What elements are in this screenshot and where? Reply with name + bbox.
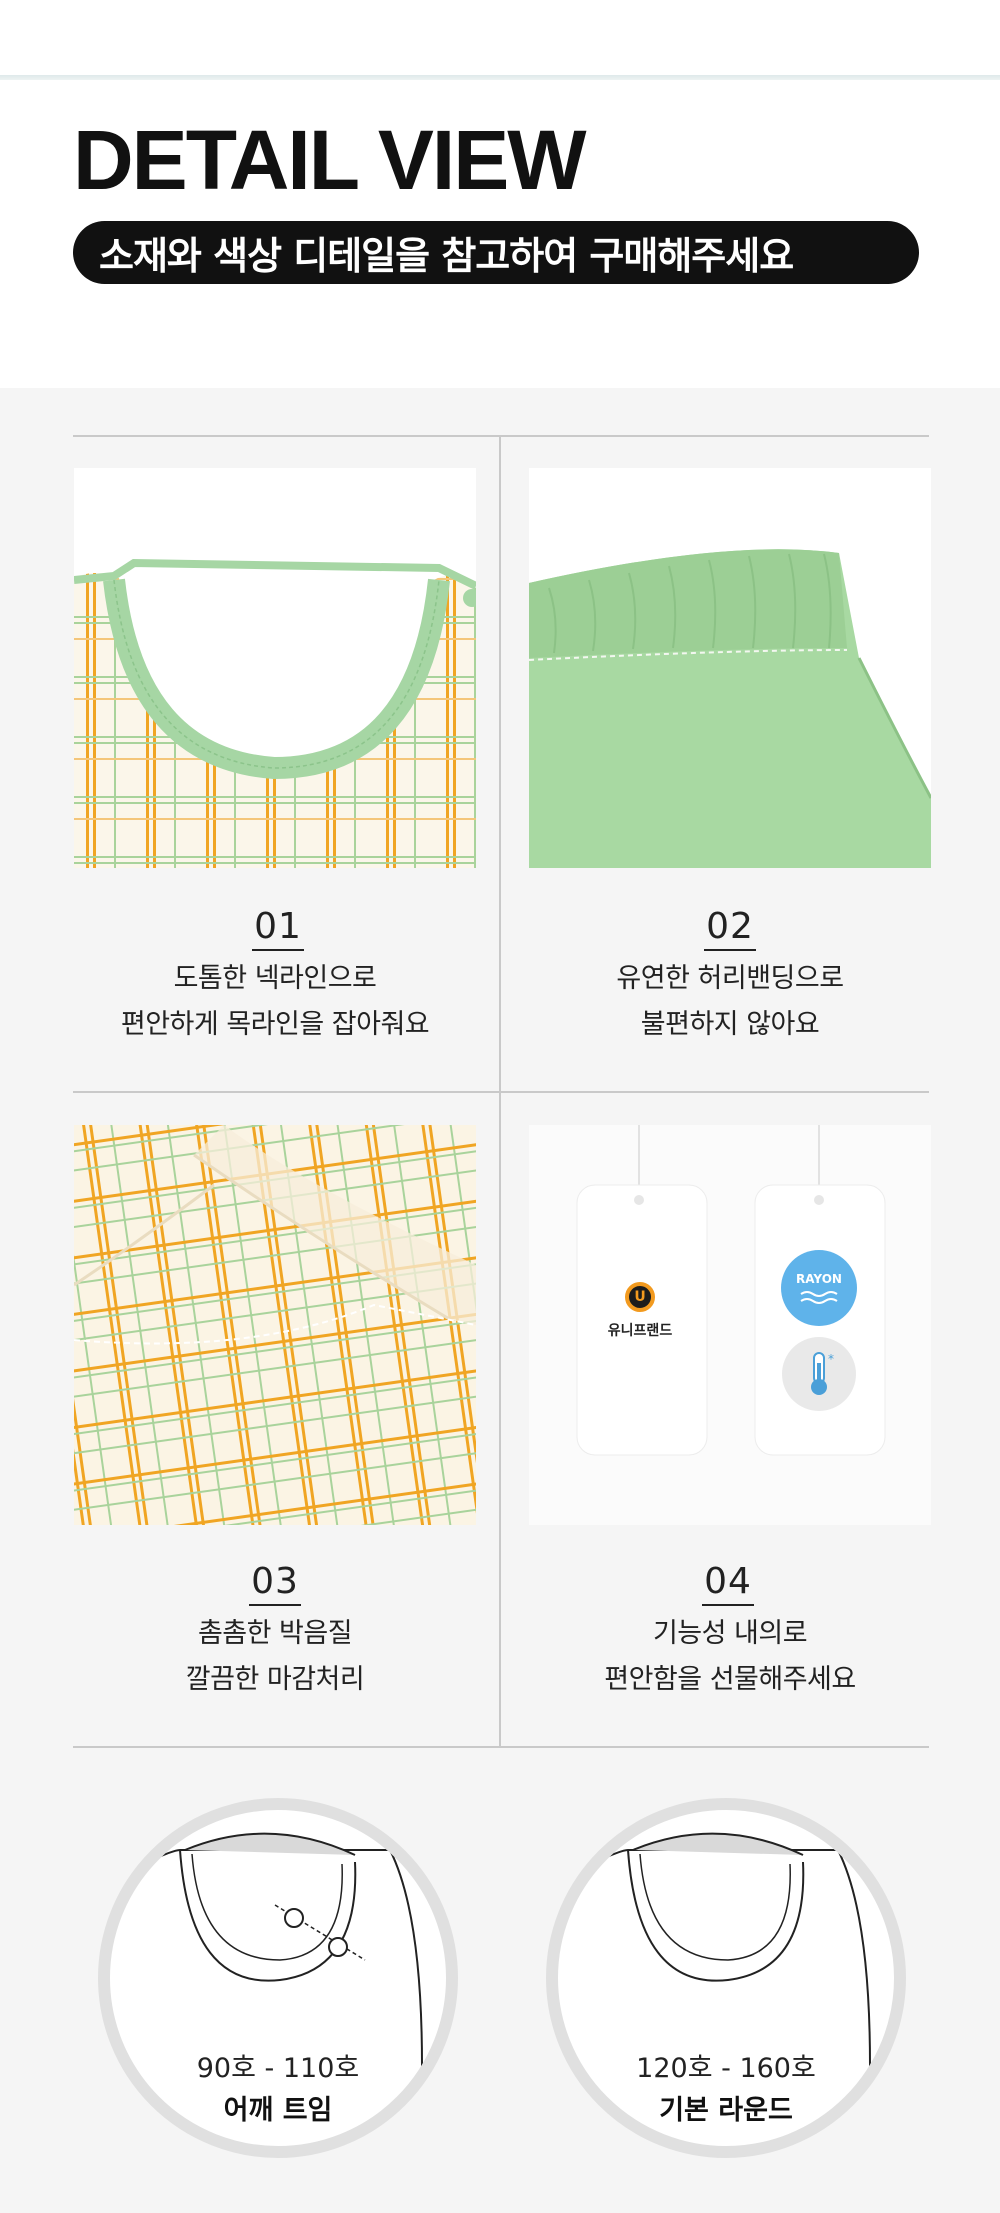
detail-number-02: 02 — [660, 906, 800, 951]
brand-logo-icon: U — [625, 1282, 655, 1312]
detail-desc-04: 기능성 내의로 편안함을 선물해주세요 — [520, 1611, 940, 1703]
hang-tags-photo: U 유니프랜드 RAYON * — [529, 1125, 931, 1525]
subtitle-text: 소재와 색상 디테일을 참고하여 구매해주세요 — [99, 234, 794, 278]
stitching-photo — [74, 1125, 476, 1525]
detail-number-01: 01 — [208, 906, 348, 951]
detail-desc-02-line1: 유연한 허리밴딩으로 — [616, 963, 844, 994]
size-type-2: 기본 라운드 — [659, 2095, 793, 2126]
size-range-1: 90호 - 110호 — [196, 2053, 360, 2084]
wave-icon — [800, 1291, 838, 1304]
detail-desc-03: 촘촘한 박음질 깔끔한 마감처리 — [65, 1611, 485, 1703]
grid-line-center — [499, 436, 501, 1746]
detail-desc-01: 도톰한 넥라인으로 편안하게 목라인을 잡아줘요 — [65, 956, 485, 1048]
detail-number-04: 04 — [658, 1561, 798, 1606]
brand-name: 유니프랜드 — [607, 1323, 673, 1339]
detail-desc-01-line2: 편안하게 목라인을 잡아줘요 — [120, 1009, 430, 1040]
grid-line-middle — [73, 1091, 929, 1093]
detail-desc-02: 유연한 허리밴딩으로 불편하지 않아요 — [520, 956, 940, 1048]
subtitle-banner: 소재와 색상 디테일을 참고하여 구매해주세요 — [73, 221, 919, 284]
grid-line-bottom — [73, 1746, 929, 1748]
cooling-thermometer-icon: * — [782, 1337, 856, 1411]
detail-desc-01-line1: 도톰한 넥라인으로 — [173, 963, 377, 994]
neckline-photo — [74, 468, 476, 868]
detail-desc-02-line2: 불편하지 않아요 — [640, 1009, 820, 1040]
page-title: DETAIL VIEW — [73, 113, 587, 207]
waistband-photo — [529, 468, 931, 868]
rayon-badge: RAYON — [781, 1250, 857, 1326]
detail-desc-03-line1: 촘촘한 박음질 — [197, 1618, 353, 1649]
size-range-2: 120호 - 160호 — [636, 2053, 816, 2084]
detail-number-03: 03 — [205, 1561, 345, 1606]
svg-text:*: * — [828, 1352, 834, 1366]
size-type-1: 어깨 트임 — [223, 2095, 333, 2126]
grid-line-top — [73, 435, 929, 437]
rayon-label: RAYON — [796, 1272, 842, 1286]
size-basic-round-illustration: 120호 - 160호 기본 라운드 — [546, 1798, 906, 2158]
detail-desc-03-line2: 깔끔한 마감처리 — [185, 1664, 365, 1695]
top-divider — [0, 75, 1000, 80]
detail-desc-04-line1: 기능성 내의로 — [652, 1618, 808, 1649]
detail-desc-04-line2: 편안함을 선물해주세요 — [604, 1664, 856, 1695]
size-shoulder-opening-illustration: 90호 - 110호 어깨 트임 — [98, 1798, 458, 2158]
